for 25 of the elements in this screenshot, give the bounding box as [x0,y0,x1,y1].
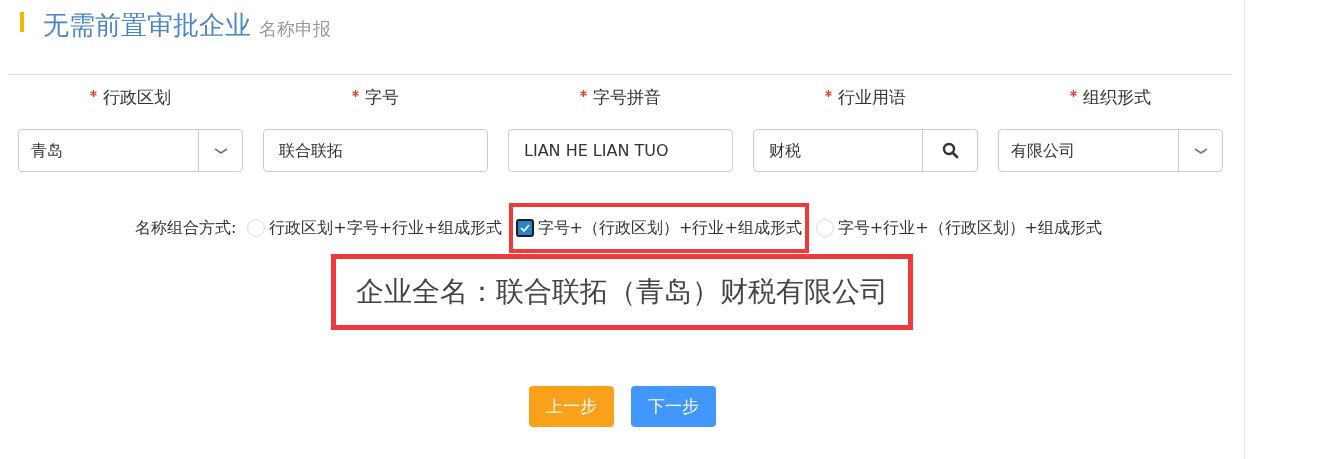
field-label: 组织形式 [1083,87,1151,107]
input-field[interactable]: LIAN HE LIAN TUO [508,129,733,172]
checkbox[interactable] [515,219,534,237]
checkmark-icon [519,224,530,232]
radio-button[interactable] [247,219,266,237]
field-label: 字号 [365,87,399,107]
title-accent-bar [20,12,24,32]
option-label: 字号+行业+（行政区划）+组成形式 [837,217,1102,239]
field-label: 字号拼音 [593,87,661,107]
combination-label: 名称组合方式: [134,217,237,239]
full-name-text: 企业全名：联合联拓（青岛）财税有限公司 [331,254,913,330]
field-label: 行业用语 [838,87,906,107]
option-label: 字号+（行政区划）+行业+组成形式 [537,217,802,239]
search-icon[interactable] [941,142,959,159]
radio-button[interactable] [815,219,834,237]
input-field[interactable]: 联合联拓 [263,129,488,172]
select-field[interactable]: 有限公司 [998,129,1223,172]
dropdown-caret-icon [1192,145,1209,156]
option-label: 行政区划+字号+行业+组成形式 [269,217,502,239]
dropdown-caret-icon [212,145,229,156]
select-field[interactable]: 青岛 [18,129,243,172]
page-title: 无需前置审批企业 [43,9,251,42]
field-label: 行政区划 [103,87,171,107]
search-field[interactable]: 财税 [753,129,978,172]
page-subtitle: 名称申报 [259,17,331,41]
